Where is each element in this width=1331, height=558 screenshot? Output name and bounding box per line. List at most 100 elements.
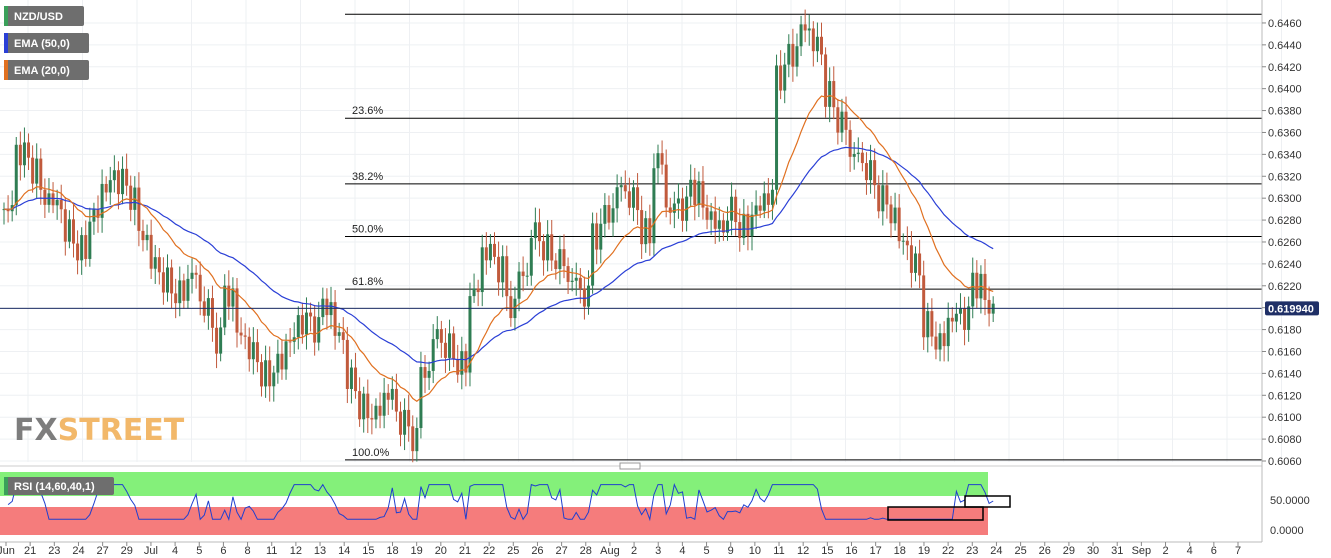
candle-body <box>971 272 975 307</box>
candle-body <box>362 393 366 420</box>
candle-body <box>157 257 161 273</box>
time-tick-label: Sep <box>1132 545 1152 557</box>
price-tick-label: 0.6160 <box>1268 346 1302 358</box>
candle-body <box>820 36 823 55</box>
price-tick-label: 0.6340 <box>1268 149 1302 161</box>
price-tick-label: 0.6360 <box>1268 127 1302 139</box>
candle-body <box>161 272 165 293</box>
fib-label: 23.6% <box>352 105 383 117</box>
candle-body <box>791 43 795 67</box>
time-tick-label: 5 <box>196 545 202 557</box>
time-tick-label: 13 <box>314 545 326 557</box>
candle-body <box>611 208 615 223</box>
candle-body <box>439 329 443 343</box>
current-price-label: 0.619940 <box>1268 303 1314 315</box>
legend-ema50[interactable]: EMA (50,0) <box>4 33 89 53</box>
candle-body <box>170 267 174 294</box>
price-tick-label: 0.6260 <box>1268 237 1302 249</box>
time-tick-label: 14 <box>338 545 350 557</box>
candle-body <box>505 256 509 297</box>
candle-body <box>656 153 660 169</box>
candle-body <box>922 275 926 338</box>
legend-ema20[interactable]: EMA (20,0) <box>4 60 89 80</box>
candle-body <box>517 271 521 299</box>
candle-body <box>599 223 603 250</box>
candle-body <box>521 271 525 277</box>
candle-body <box>636 187 640 211</box>
candle-body <box>174 293 178 304</box>
time-tick-label: 27 <box>97 545 109 557</box>
candle-body <box>309 312 313 317</box>
candle-body <box>374 405 378 420</box>
candle-body <box>799 24 803 47</box>
candle-body <box>525 275 529 277</box>
rsi-oversold-zone <box>0 507 988 535</box>
time-axis[interactable]: Jun2123242729Jul456811121314151819202122… <box>0 542 1241 557</box>
candle-body <box>223 285 227 328</box>
time-tick-label: 9 <box>728 545 734 557</box>
candle-body <box>587 285 591 307</box>
candle-body <box>325 298 329 316</box>
price-axis[interactable]: 0.6460 0.6440 0.6420 0.6400 0.6380 0.6360 0.63… <box>1262 18 1302 468</box>
candle-body <box>480 247 484 293</box>
candle-body <box>472 288 476 297</box>
candle-body <box>578 277 582 289</box>
candle-body <box>488 243 492 261</box>
candle-body <box>901 240 905 242</box>
candle-body <box>116 170 120 195</box>
fib-label: 50.0% <box>352 224 383 236</box>
rsi-label: RSI (14,60,40,1) <box>14 481 95 493</box>
time-tick-label: 12 <box>797 545 809 557</box>
candle-body <box>836 107 840 133</box>
candle-body <box>370 418 374 420</box>
candle-body <box>770 189 774 205</box>
time-tick-label: 5 <box>703 545 709 557</box>
time-tick-label: 15 <box>821 545 833 557</box>
symbol-label: NZD/USD <box>14 11 63 23</box>
price-tick-label: 0.6300 <box>1268 193 1302 205</box>
candle-body <box>194 272 198 275</box>
time-tick-label: 21 <box>24 545 36 557</box>
candle-body <box>815 36 819 52</box>
candle-body <box>354 367 358 392</box>
candle-body <box>627 191 631 208</box>
price-tick-label: 0.6120 <box>1268 390 1302 402</box>
candle-body <box>251 342 255 360</box>
legend-rsi[interactable]: RSI (14,60,40,1) <box>4 477 114 495</box>
time-tick-label: 23 <box>966 545 978 557</box>
candle-body <box>562 249 566 267</box>
time-tick-label: 4 <box>172 545 178 557</box>
candle-body <box>423 367 427 378</box>
ema20-label: EMA (20,0) <box>14 65 70 77</box>
time-tick-label: 30 <box>1087 545 1099 557</box>
candle-body <box>930 311 934 337</box>
candle-body <box>452 333 456 360</box>
candle-body <box>905 240 909 246</box>
fib-label: 61.8% <box>352 276 383 288</box>
candle-body <box>595 223 599 250</box>
candle-body <box>889 204 893 224</box>
resize-handle[interactable] <box>619 462 641 470</box>
candle-body <box>619 185 623 188</box>
candle-body <box>129 185 133 210</box>
price-tick-label: 0.6060 <box>1268 456 1302 468</box>
time-tick-label: 27 <box>555 545 567 557</box>
time-tick-label: 15 <box>362 545 374 557</box>
time-tick-label: 31 <box>1111 545 1123 557</box>
candle-body <box>856 152 860 154</box>
candle-body <box>676 198 680 204</box>
candle-body <box>284 341 288 370</box>
candle-body <box>501 256 505 283</box>
candle-body <box>529 238 533 276</box>
legend-symbol[interactable]: NZD/USD <box>4 6 84 26</box>
candle-body <box>67 219 71 242</box>
candle-body <box>787 43 791 65</box>
time-tick-label: 10 <box>749 545 761 557</box>
candle-body <box>864 163 868 181</box>
candle-body <box>668 207 672 213</box>
candle-body <box>779 65 783 91</box>
candle-body <box>824 54 828 107</box>
time-tick-label: 18 <box>894 545 906 557</box>
candle-body <box>247 336 251 360</box>
time-tick-label: 24 <box>990 545 1002 557</box>
